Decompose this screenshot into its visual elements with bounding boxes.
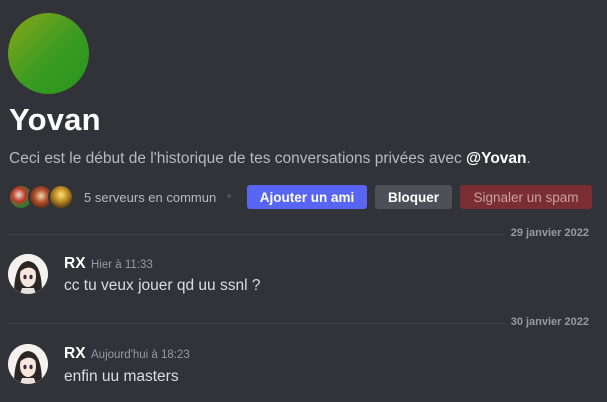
profile-avatar[interactable] [8,13,89,94]
intro-suffix: . [526,150,531,167]
message-content: enfin uu masters [64,368,179,385]
date-divider-line [8,234,589,235]
user-mention[interactable]: @Yovan [466,150,526,167]
message-author[interactable]: RX [64,255,86,273]
avatar[interactable] [8,254,48,294]
message-author[interactable]: RX [64,345,86,363]
message-timestamp: Aujourd'hui à 18:23 [91,349,190,361]
add-friend-button[interactable]: Ajouter un ami [247,185,367,209]
date-divider: 30 janvier 2022 [504,316,589,328]
anime-avatar-icon [8,254,48,294]
report-spam-button[interactable]: Signaler un spam [460,185,592,209]
intro-text: Ceci est le début de l'historique de tes… [9,150,467,167]
message-timestamp: Hier à 11:33 [91,259,153,271]
separator-dot [227,194,231,198]
message-content: cc tu veux jouer qd uu ssnl ? [64,277,261,294]
mutual-servers[interactable]: 5 serveurs en commun [8,184,216,210]
avatar[interactable] [8,344,48,384]
server-icon-3 [48,184,74,210]
block-button[interactable]: Bloquer [375,185,452,209]
anime-avatar-icon [8,344,48,384]
date-divider-line [8,323,589,324]
date-divider: 29 janvier 2022 [504,227,589,239]
conversation-intro: Ceci est le début de l'historique de tes… [9,150,531,168]
profile-username: Yovan [9,102,101,137]
mutual-servers-label[interactable]: 5 serveurs en commun [84,190,216,205]
